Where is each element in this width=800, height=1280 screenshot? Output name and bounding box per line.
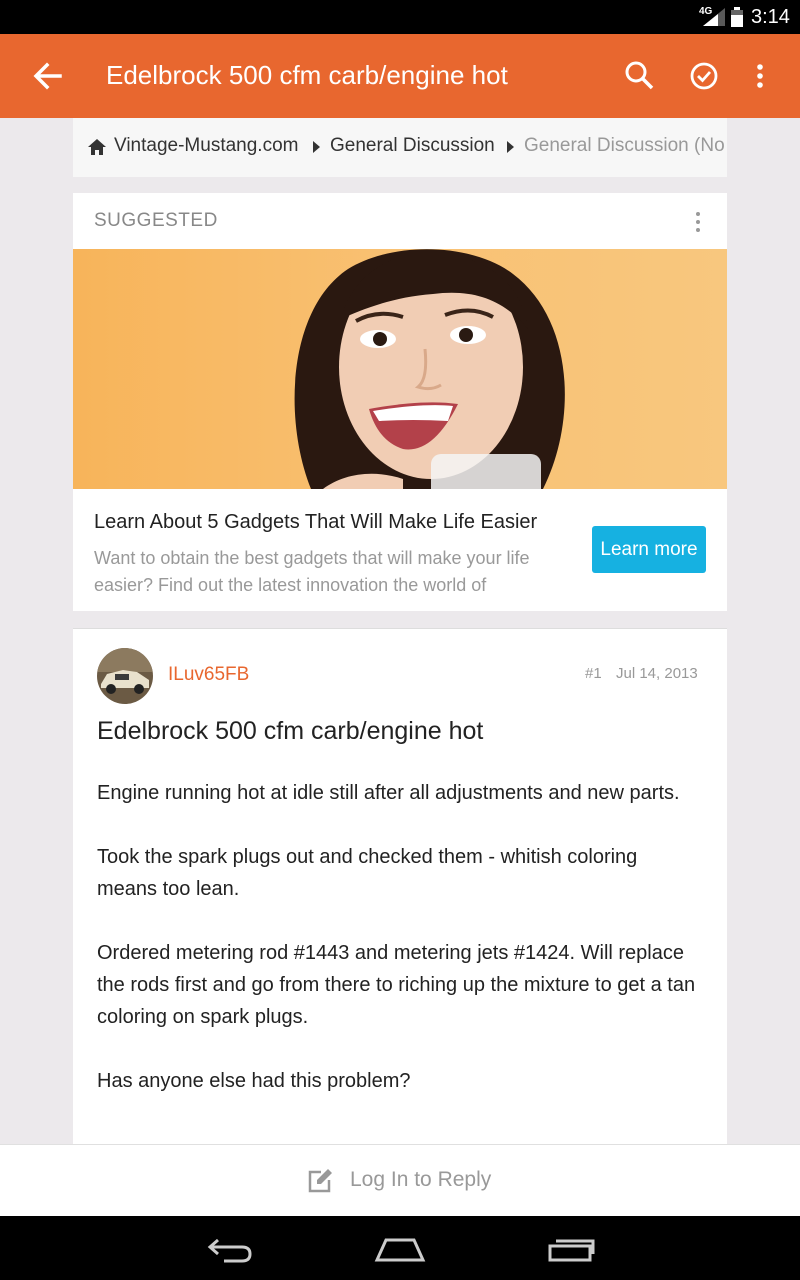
post-date: Jul 14, 2013 [616,665,698,682]
nav-home-icon[interactable] [374,1234,426,1264]
app-bar: Edelbrock 500 cfm carb/engine hot [0,34,800,118]
suggested-ad-card: SUGGESTED Learn About 5 Gadgets That Wil… [73,193,727,611]
post-paragraph: Took the spark plugs out and checked the… [97,846,638,900]
breadcrumb-item-forum[interactable]: General Discussion [330,135,495,157]
breadcrumb-separator-icon [507,141,514,153]
post-paragraph: Engine running hot at idle still after a… [97,782,680,804]
battery-icon [731,7,743,27]
search-icon[interactable] [619,56,659,96]
post-title: Edelbrock 500 cfm carb/engine hot [97,717,484,745]
home-icon[interactable] [87,138,107,156]
post-paragraph: Has anyone else had this problem? [97,1070,411,1092]
avatar[interactable] [97,648,153,704]
ad-headline[interactable]: Learn About 5 Gadgets That Will Make Lif… [94,511,537,534]
breadcrumb: Vintage-Mustang.com General Discussion G… [73,118,727,177]
thread-title: Edelbrock 500 cfm carb/engine hot [106,60,508,90]
edit-icon [308,1169,332,1193]
ad-options-icon[interactable] [691,211,705,233]
breadcrumb-item-site[interactable]: Vintage-Mustang.com [114,135,298,157]
smiling-woman-image [294,249,565,489]
system-nav-bar [0,1216,800,1280]
learn-more-button[interactable]: Learn more [592,526,706,573]
post-card: ILuv65FB #1 Jul 14, 2013 Edelbrock 500 c… [73,628,727,1148]
login-to-reply-button[interactable]: Log In to Reply [0,1144,800,1216]
status-bar: 4G 3:14 [0,0,800,34]
post-paragraph: Ordered metering rod #1443 and metering … [97,942,696,1028]
clock: 3:14 [751,6,790,28]
signal-icon [703,8,725,26]
nav-recents-icon[interactable] [547,1234,595,1264]
check-circle-icon[interactable] [684,56,724,96]
breadcrumb-item-subforum[interactable]: General Discussion (No [524,135,725,157]
breadcrumb-separator-icon [313,141,320,153]
back-arrow-icon[interactable] [28,56,68,96]
ad-description: Want to obtain the best gadgets that wil… [94,548,530,595]
reply-label: Log In to Reply [350,1168,492,1191]
ad-label: SUGGESTED [94,210,218,231]
ad-image[interactable] [73,249,727,489]
post-number[interactable]: #1 [585,665,602,682]
overflow-menu-icon[interactable] [740,56,780,96]
avatar-car-image [97,648,153,704]
post-author[interactable]: ILuv65FB [168,664,249,686]
post-body: Engine running hot at idle still after a… [97,777,697,1129]
nav-back-icon[interactable] [206,1234,254,1264]
